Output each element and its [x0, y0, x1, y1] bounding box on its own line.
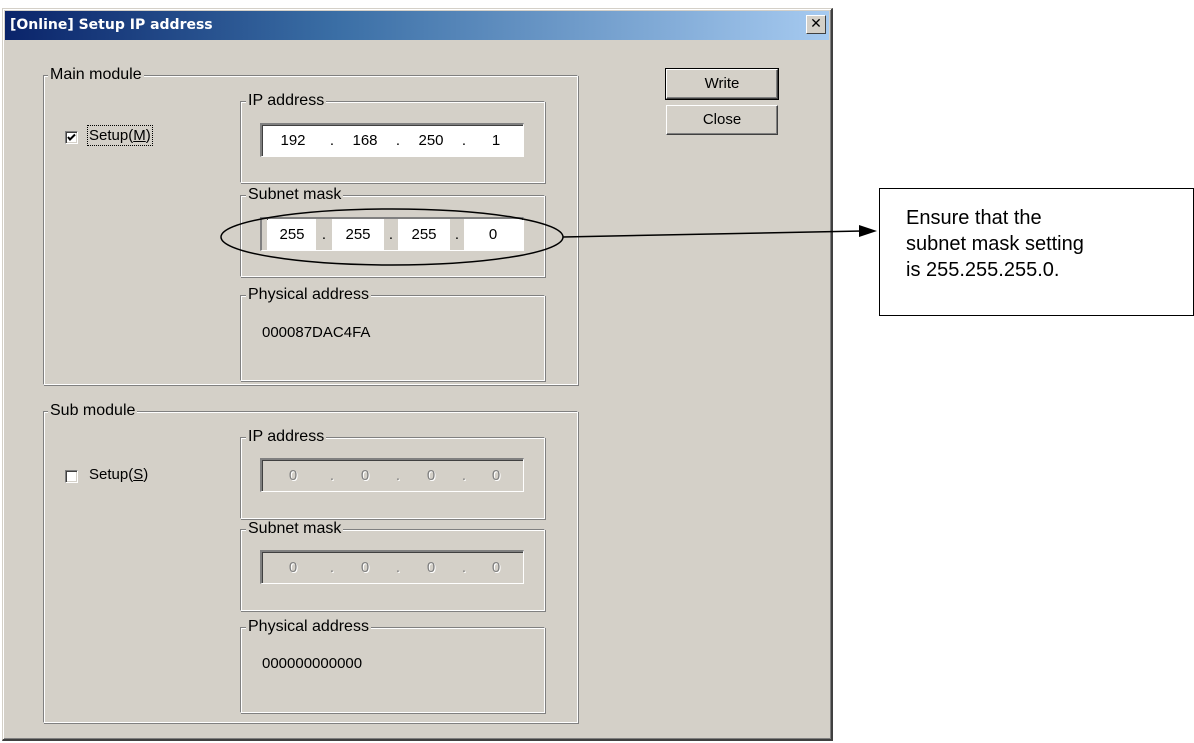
callout-line: is 255.255.255.0.: [906, 259, 1060, 281]
annotation-overlay: [220, 208, 877, 266]
callout-box: Ensure that the subnet mask setting is 2…: [879, 188, 1194, 316]
callout-line: subnet mask setting: [906, 233, 1084, 255]
highlight-ellipse: [220, 208, 564, 266]
arrow-line: [562, 230, 863, 238]
arrow-head-icon: [859, 225, 877, 237]
callout-line: Ensure that the: [906, 207, 1042, 229]
